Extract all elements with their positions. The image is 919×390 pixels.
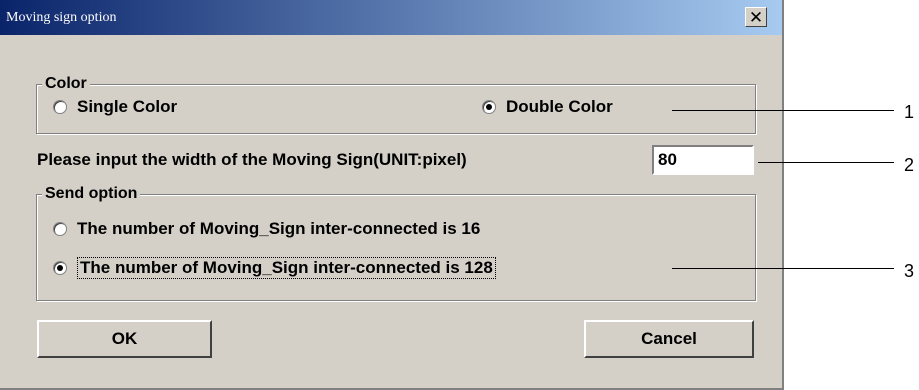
width-label: Please input the width of the Moving Sig… <box>37 150 467 169</box>
double-color-label: Double Color <box>506 97 613 116</box>
interconnect-128-radio-circle <box>53 261 67 275</box>
single-color-label: Single Color <box>77 97 178 116</box>
close-icon: ✕ <box>748 7 764 27</box>
ok-button[interactable]: OK <box>37 320 212 358</box>
callout-line-1 <box>672 110 894 111</box>
send-option-groupbox: Send option <box>36 184 756 301</box>
single-color-radio-circle <box>53 100 67 114</box>
double-color-radio[interactable]: Double Color <box>482 97 613 117</box>
interconnect-128-radio[interactable]: The number of Moving_Sign inter-connecte… <box>53 257 496 279</box>
interconnect-16-radio-circle <box>53 222 67 236</box>
single-color-radio[interactable]: Single Color <box>53 97 177 117</box>
moving-sign-dialog: Moving sign option ✕ Color Single Color … <box>0 0 784 390</box>
dialog-title: Moving sign option <box>6 10 117 25</box>
cancel-button[interactable]: Cancel <box>584 320 754 358</box>
send-option-legend: Send option <box>42 184 141 204</box>
callout-line-2 <box>758 162 894 163</box>
title-bar: Moving sign option ✕ <box>0 0 782 35</box>
double-color-radio-circle <box>482 100 496 114</box>
color-group-legend: Color <box>42 74 90 94</box>
interconnect-16-label: The number of Moving_Sign inter-connecte… <box>77 219 481 238</box>
callout-number-1: 1 <box>904 102 915 122</box>
callout-number-2: 2 <box>904 155 915 175</box>
interconnect-128-label: The number of Moving_Sign inter-connecte… <box>77 257 496 279</box>
callout-line-3 <box>672 268 894 269</box>
close-button[interactable]: ✕ <box>745 7 767 27</box>
interconnect-16-radio[interactable]: The number of Moving_Sign inter-connecte… <box>53 219 480 239</box>
callout-number-3: 3 <box>904 261 915 281</box>
width-input[interactable]: 80 <box>652 145 754 175</box>
